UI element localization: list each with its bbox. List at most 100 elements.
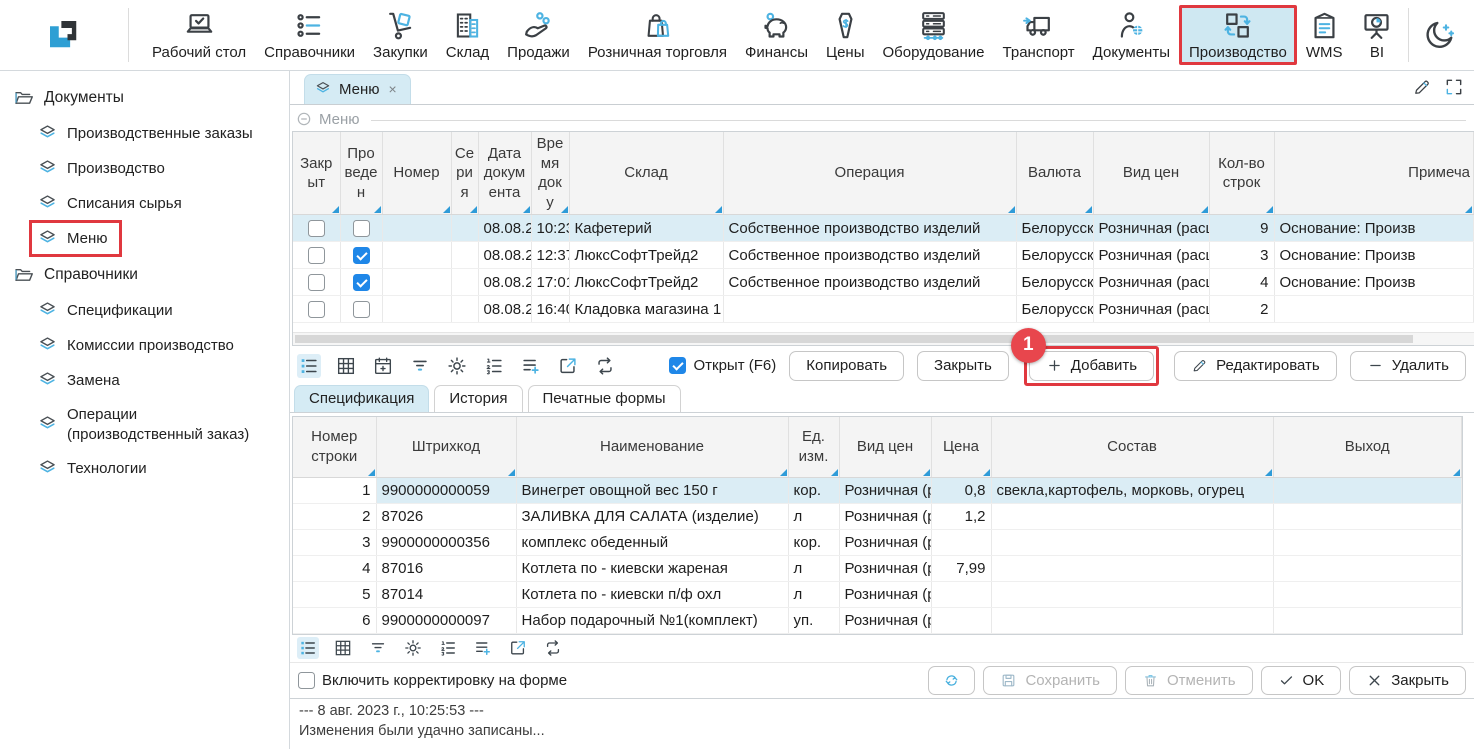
col-header-price[interactable]: Цена [931,417,991,477]
cell-line[interactable]: 5 [293,581,376,607]
cell-price[interactable]: 0,8 [931,477,991,503]
cell-number[interactable] [382,242,451,269]
save-button[interactable]: Сохранить [983,666,1117,695]
menu-row-4[interactable]: 08.08.23 16:40 Кладовка магазина 1 Белор… [293,296,1474,323]
tab-menu[interactable]: Меню × [304,74,411,104]
nav-item-finance[interactable]: Финансы [736,5,817,65]
posted-checkbox[interactable] [353,274,370,291]
cell-date[interactable]: 08.08.23 [478,215,531,242]
cell-price[interactable] [931,607,991,633]
refresh-button[interactable] [928,666,975,695]
sidebar-section-catalogs[interactable]: Справочники [0,256,289,293]
settings-gear-icon[interactable] [445,354,469,378]
cell-price[interactable]: 7,99 [931,555,991,581]
cell-currency[interactable]: Белорусский [1016,296,1093,323]
calendar-icon[interactable] [371,354,395,378]
tab-specification[interactable]: Спецификация [294,385,429,412]
cell-warehouse[interactable]: Кладовка магазина 1 [569,296,723,323]
cell-name[interactable]: ЗАЛИВКА ДЛЯ САЛАТА (изделие) [516,503,788,529]
cell-time[interactable]: 12:37 [531,242,569,269]
cell-name[interactable]: комплекс обеденный [516,529,788,555]
numbered-list-icon[interactable] [437,637,459,659]
export-icon[interactable] [556,354,580,378]
cell-price-type[interactable]: Розничная (расцен [1093,269,1209,296]
cell-unit[interactable]: кор. [788,529,839,555]
posted-checkbox[interactable] [353,247,370,264]
cell-warehouse[interactable]: Кафетерий [569,215,723,242]
cell-currency[interactable]: Белорусский [1016,269,1093,296]
cell-date[interactable]: 08.08.23 [478,296,531,323]
closed-checkbox[interactable] [308,301,325,318]
col-header-closed[interactable]: Закрыт [293,132,340,215]
scrollbar-thumb[interactable] [295,335,1413,343]
nav-item-bi[interactable]: BI [1351,5,1402,65]
cell-series[interactable] [451,269,478,296]
grid-view-icon[interactable] [332,637,354,659]
cell-composition[interactable] [991,555,1273,581]
cell-price-type[interactable]: Розничная (расцен [1093,296,1209,323]
col-header-time[interactable]: Время доку [531,132,569,215]
sidebar-item-specifications[interactable]: Спецификации [0,293,289,328]
cell-series[interactable] [451,215,478,242]
col-header-operation[interactable]: Операция [723,132,1016,215]
cell-warehouse[interactable]: ЛюксСофтТрейд2 [569,242,723,269]
nav-item-prices[interactable]: Цены [817,5,874,65]
cell-currency[interactable]: Белорусский [1016,242,1093,269]
cell-time[interactable]: 16:40 [531,296,569,323]
cell-price-type[interactable]: Розничная (ра [839,503,931,529]
col-header-series[interactable]: Серия [451,132,478,215]
sidebar-item-operations[interactable]: Операции (производственный заказ) [0,398,289,451]
add-row-list-icon[interactable] [519,354,543,378]
posted-checkbox[interactable] [353,220,370,237]
app-logo[interactable] [0,0,128,70]
sidebar-item-production[interactable]: Производство [0,151,289,186]
col-header-barcode[interactable]: Штрихкод [376,417,516,477]
nav-item-warehouse[interactable]: Склад [437,5,498,65]
cell-number[interactable] [382,215,451,242]
edit-button[interactable]: Редактировать [1174,351,1337,381]
col-header-note[interactable]: Примеча [1274,132,1474,215]
nav-item-sales[interactable]: Продажи [498,5,579,65]
menu-row-3[interactable]: 08.08.23 17:01 ЛюксСофтТрейд2 Собственно… [293,269,1474,296]
edit-pencil-icon[interactable] [1412,77,1432,97]
spec-row-2[interactable]: 2 87026 ЗАЛИВКА ДЛЯ САЛАТА (изделие) л Р… [293,503,1462,529]
horizontal-scrollbar[interactable] [293,332,1474,345]
col-header-currency[interactable]: Валюта [1016,132,1093,215]
cell-series[interactable] [451,242,478,269]
cell-price-type[interactable]: Розничная (ра [839,607,931,633]
cell-price[interactable] [931,581,991,607]
cell-price-type[interactable]: Розничная (ра [839,581,931,607]
tab-print-forms[interactable]: Печатные формы [528,385,681,412]
cell-name[interactable]: Котлета по - киевски жареная [516,555,788,581]
tab-history[interactable]: История [434,385,522,412]
cell-line[interactable]: 1 [293,477,376,503]
cell-price-type[interactable]: Розничная (расцен [1093,242,1209,269]
menu-row-2[interactable]: 08.08.23 12:37 ЛюксСофтТрейд2 Собственно… [293,242,1474,269]
close-form-button[interactable]: Закрыть [1349,666,1466,695]
cell-output[interactable] [1273,555,1462,581]
cell-barcode[interactable]: 87014 [376,581,516,607]
cell-unit[interactable]: л [788,555,839,581]
settings-gear-icon[interactable] [402,637,424,659]
export-icon[interactable] [507,637,529,659]
theme-toggle[interactable] [1408,8,1474,62]
cell-line[interactable]: 3 [293,529,376,555]
spec-row-6[interactable]: 6 9900000000097 Набор подарочный №1(комп… [293,607,1462,633]
cell-unit[interactable]: л [788,581,839,607]
nav-item-retail[interactable]: Розничная торговля [579,5,736,65]
cell-output[interactable] [1273,503,1462,529]
cell-date[interactable]: 08.08.23 [478,269,531,296]
cell-price[interactable] [931,529,991,555]
list-view-icon[interactable] [297,637,319,659]
cell-note[interactable]: Основание: Произв [1274,242,1474,269]
cancel-button[interactable]: Отменить [1125,666,1253,695]
cell-price[interactable]: 1,2 [931,503,991,529]
sidebar-item-commissions[interactable]: Комиссии производство [0,328,289,363]
spec-row-1[interactable]: 1 9900000000059 Винегрет овощной вес 150… [293,477,1462,503]
cell-composition[interactable] [991,581,1273,607]
cell-time[interactable]: 10:23 [531,215,569,242]
col-header-output[interactable]: Выход [1273,417,1462,477]
nav-item-documents[interactable]: Документы [1084,5,1179,65]
cell-output[interactable] [1273,477,1462,503]
cell-barcode[interactable]: 87016 [376,555,516,581]
